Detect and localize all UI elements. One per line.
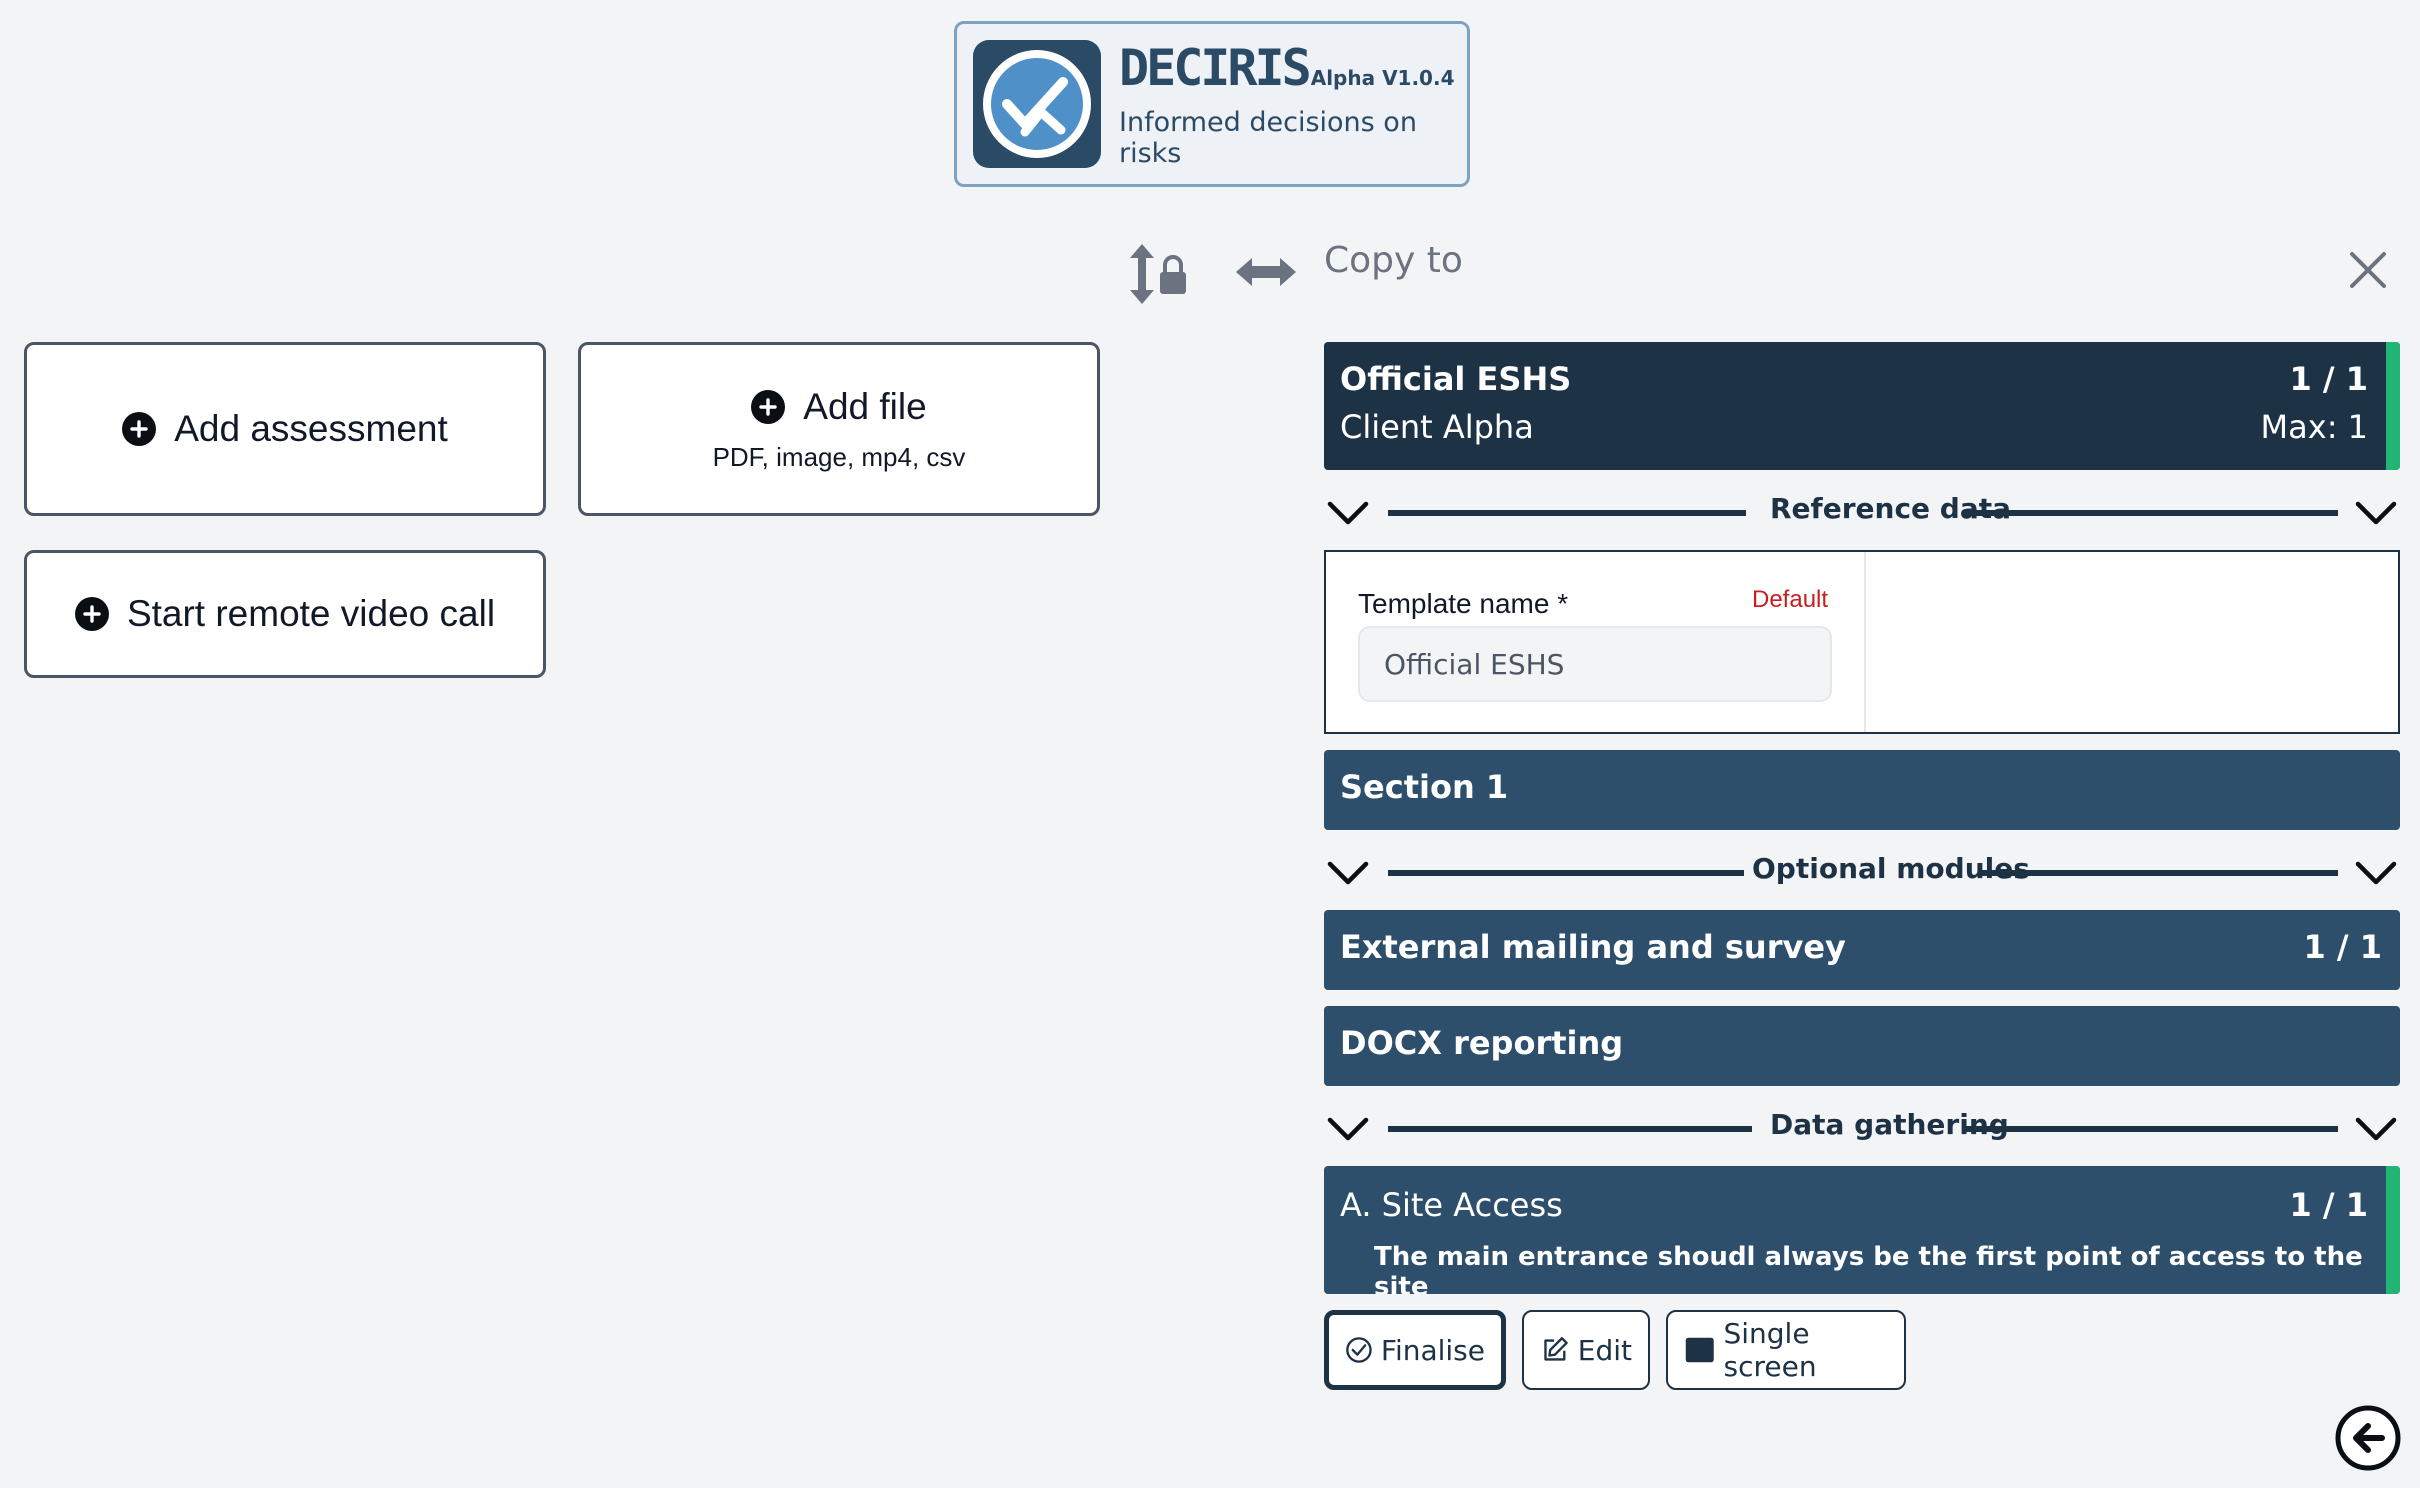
collapse-left-chevron-icon[interactable] xyxy=(1326,1112,1370,1148)
docx-reporting-module[interactable]: DOCX reporting xyxy=(1324,1006,2400,1086)
logo-version: Alpha V1.0.4 xyxy=(1310,66,1455,90)
edit-icon xyxy=(1544,1337,1568,1361)
status-indicator xyxy=(2386,1166,2400,1294)
section-1-bar[interactable]: Section 1 xyxy=(1324,750,2400,830)
collapse-left-chevron-icon[interactable] xyxy=(1326,496,1370,532)
add-file-label: Add file xyxy=(803,385,927,427)
template-name-input[interactable] xyxy=(1358,626,1832,702)
client-name: Client Alpha xyxy=(1340,408,1534,446)
logo-tagline: Informed decisions on risks xyxy=(1119,107,1417,169)
template-name-label: Template name * xyxy=(1358,588,1569,619)
status-indicator xyxy=(2386,342,2400,470)
data-gathering-divider: Data gathering xyxy=(1324,1108,2400,1148)
assessment-max: Max: 1 xyxy=(2260,408,2368,446)
edit-button[interactable]: Edit xyxy=(1522,1310,1650,1390)
add-assessment-button[interactable]: Add assessment xyxy=(24,342,546,516)
module-title: External mailing and survey xyxy=(1340,928,1846,966)
single-screen-button[interactable]: Single screen xyxy=(1666,1310,1906,1390)
copy-to-button[interactable]: Copy to xyxy=(1324,240,1463,281)
divider-label: Optional modules xyxy=(1752,852,2030,885)
app-logo: DECIRIS Alpha V1.0.4 Informed decisions … xyxy=(954,21,1470,187)
assessment-title: Official ESHS xyxy=(1340,360,1572,398)
external-mailing-module[interactable]: External mailing and survey 1 / 1 xyxy=(1324,910,2400,990)
collapse-right-chevron-icon[interactable] xyxy=(2354,1112,2398,1148)
remote-call-label: Start remote video call xyxy=(126,593,496,634)
assessment-count: 1 / 1 xyxy=(2289,360,2369,398)
reference-data-divider: Reference data xyxy=(1324,492,2400,532)
optional-modules-divider: Optional modules xyxy=(1324,852,2400,892)
collapse-right-chevron-icon[interactable] xyxy=(2354,496,2398,532)
default-badge: Default xyxy=(1752,586,1829,613)
add-assessment-label: Add assessment xyxy=(174,408,448,449)
single-screen-label: Single screen xyxy=(1723,1317,1817,1383)
start-remote-video-call-button[interactable]: Start remote video call xyxy=(24,550,546,678)
horizontal-resize-icon[interactable] xyxy=(1234,252,1298,296)
add-file-hint: PDF, image, mp4, csv xyxy=(712,441,966,472)
finalise-label: Finalise xyxy=(1380,1333,1485,1367)
collapse-left-chevron-icon[interactable] xyxy=(1326,856,1370,892)
module-count: 1 / 1 xyxy=(2303,928,2383,966)
site-access-title: A. Site Access xyxy=(1340,1186,1563,1224)
plus-circle-icon xyxy=(74,597,109,631)
plus-circle-icon xyxy=(751,389,786,424)
check-circle-icon xyxy=(1346,1337,1372,1363)
site-access-description: The main entrance shoudl always be the f… xyxy=(1374,1242,2363,1294)
logo-brand: DECIRIS xyxy=(1119,39,1312,97)
edit-label: Edit xyxy=(1577,1333,1632,1367)
plus-circle-icon xyxy=(122,412,157,446)
close-icon[interactable] xyxy=(2348,250,2388,294)
logo-check-icon xyxy=(973,40,1101,168)
finalise-button[interactable]: Finalise xyxy=(1324,1310,1506,1390)
collapse-right-chevron-icon[interactable] xyxy=(2354,856,2398,892)
panel-divider xyxy=(1864,552,1866,732)
section-title: Section 1 xyxy=(1340,768,1509,806)
site-access-count: 1 / 1 xyxy=(2289,1186,2369,1224)
divider-label: Data gathering xyxy=(1770,1108,2009,1141)
divider-label: Reference data xyxy=(1770,492,2012,525)
back-arrow-icon[interactable] xyxy=(2334,1404,2402,1476)
site-access-card[interactable]: A. Site Access 1 / 1 The main entrance s… xyxy=(1324,1166,2400,1294)
template-name-panel: Template name * Default xyxy=(1324,550,2400,734)
assessment-header[interactable]: Official ESHS Client Alpha 1 / 1 Max: 1 xyxy=(1324,342,2400,470)
vertical-resize-lock-icon[interactable] xyxy=(1124,242,1190,310)
add-file-button[interactable]: Add file PDF, image, mp4, csv xyxy=(578,342,1100,516)
module-title: DOCX reporting xyxy=(1340,1024,1624,1062)
window-icon xyxy=(1685,1337,1714,1363)
